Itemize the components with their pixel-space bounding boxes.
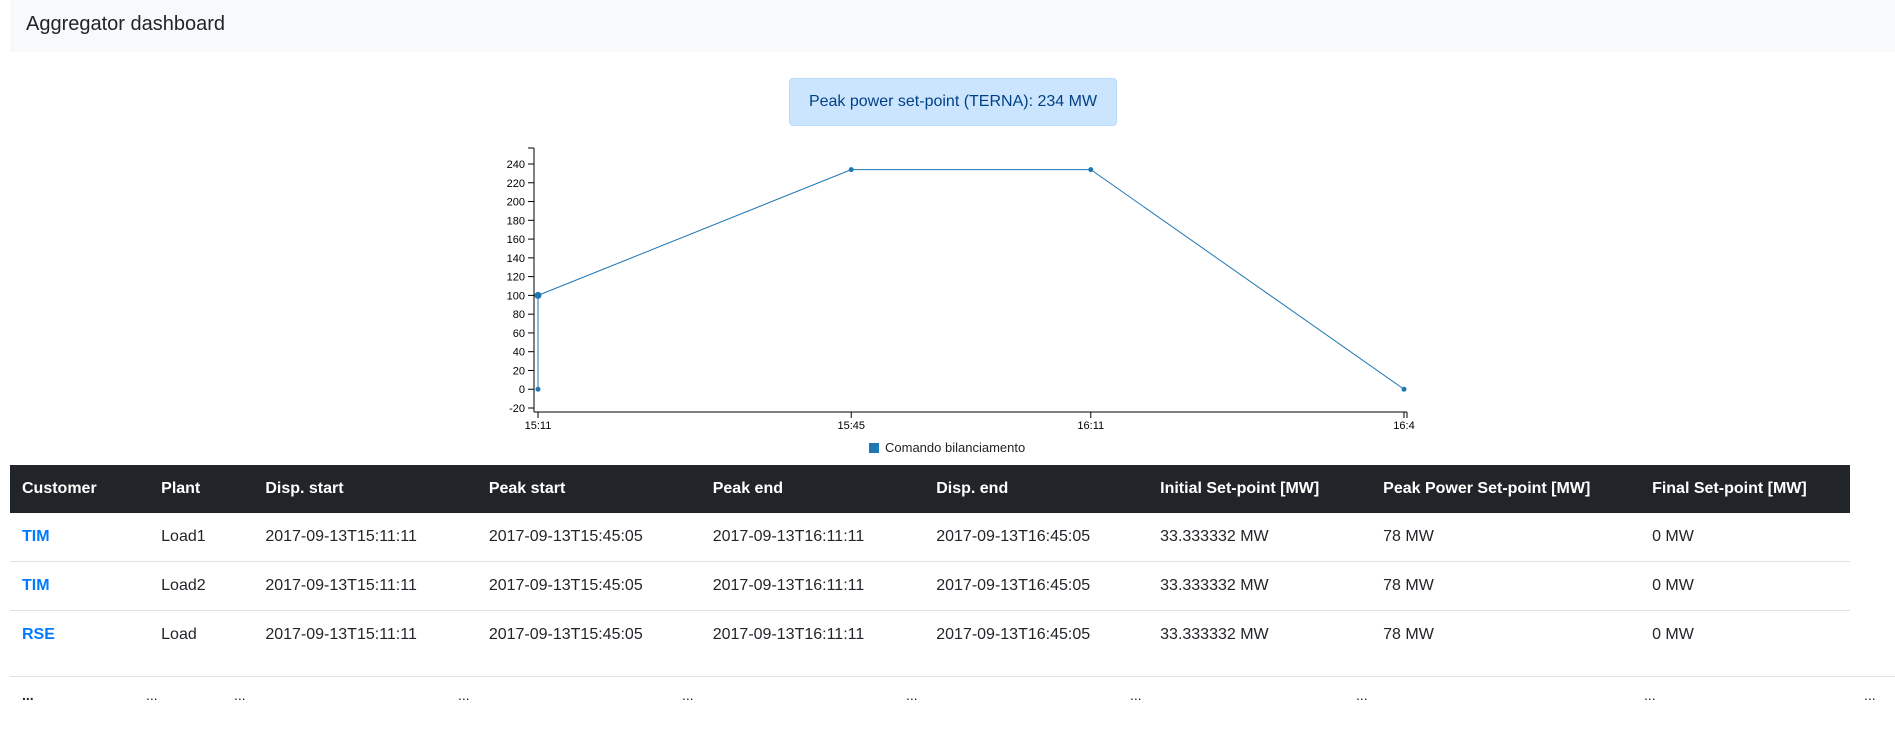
peak-setpoint-alert: Peak power set-point (TERNA): 234 MW bbox=[789, 78, 1117, 126]
column-header: Disp. end bbox=[924, 465, 1149, 513]
x-axis: 15:11 15:45 16:11 16:4 bbox=[525, 411, 1415, 432]
y-tick-label: 220 bbox=[507, 178, 525, 190]
ellipsis-cell: ... bbox=[1356, 687, 1368, 703]
y-tick-label: 20 bbox=[513, 365, 525, 377]
legend-swatch bbox=[869, 442, 879, 453]
y-tick-label: 100 bbox=[507, 290, 525, 302]
table-cell: 2017-09-13T15:11:11 bbox=[253, 610, 477, 659]
table-row: TIM Load1 2017-09-13T15:11:11 2017-09-13T15… bbox=[10, 513, 1850, 562]
column-header: Initial Set-point [MW] bbox=[1148, 465, 1372, 513]
column-header: Peak Power Set-point [MW] bbox=[1371, 465, 1641, 513]
table-cell: 78 MW bbox=[1383, 528, 1434, 545]
table-cell: Load bbox=[149, 610, 254, 659]
ellipsis-cell: ... bbox=[682, 687, 694, 703]
table-cell: 2017-09-13T16:11:11 bbox=[700, 561, 925, 611]
ellipsis-cell: ... bbox=[1864, 687, 1876, 703]
column-header: Peak end bbox=[700, 465, 925, 513]
dispatch-table: Customer Plant Disp. start Peak start Peak e… bbox=[10, 465, 1850, 659]
table-cell: 2017-09-13T16:45:05 bbox=[936, 528, 1091, 545]
column-header: Final Set-point [MW] bbox=[1640, 465, 1850, 513]
y-tick-label: 80 bbox=[513, 309, 525, 321]
data-point bbox=[1401, 386, 1407, 392]
chart-legend: Comando bilanciamento bbox=[869, 440, 1025, 455]
data-point bbox=[535, 386, 541, 392]
table-cell: 2017-09-13T15:45:05 bbox=[488, 528, 643, 545]
x-tick-label: 16:4 bbox=[1393, 420, 1414, 432]
y-tick-label: 200 bbox=[507, 197, 525, 209]
page-title[interactable]: Aggregator dashboard bbox=[26, 13, 225, 36]
column-header: Plant bbox=[149, 465, 254, 513]
navbar: Aggregator dashboard bbox=[10, 0, 1895, 52]
balancing-chart: -20 0 20 40 60 80 100 120 140 160 180 200 220 240 15:… bbox=[507, 147, 1415, 432]
ellipsis-cell: ... bbox=[234, 687, 246, 703]
customer-link[interactable]: RSE bbox=[22, 626, 55, 643]
data-point bbox=[848, 167, 854, 173]
table-row: TIM Load2 2017-09-13T15:11:11 2017-09-13T15… bbox=[10, 561, 1850, 611]
table-cell: 2017-09-13T16:11:11 bbox=[712, 528, 865, 545]
data-point bbox=[534, 291, 542, 299]
legend-label: Comando bilanciamento bbox=[885, 440, 1026, 455]
customer-cell: TIM bbox=[10, 513, 149, 562]
table-row: RSE Load 2017-09-13T15:11:11 2017-09-13T15:… bbox=[10, 610, 1850, 659]
table-cell: 0 MW bbox=[1640, 561, 1850, 611]
table-cell: 2017-09-13T15:45:05 bbox=[476, 561, 701, 611]
y-tick-label: 240 bbox=[507, 159, 525, 171]
y-tick-label: 140 bbox=[507, 253, 525, 265]
table-cell: Load1 bbox=[161, 528, 206, 545]
column-header: Peak start bbox=[476, 465, 701, 513]
table-cell: 0 MW bbox=[1652, 528, 1694, 545]
y-tick-label: -20 bbox=[509, 403, 525, 415]
ellipsis-cell: ... bbox=[22, 687, 34, 703]
customer-link[interactable]: TIM bbox=[22, 528, 50, 545]
data-point bbox=[1088, 167, 1094, 173]
column-header: Disp. start bbox=[253, 465, 477, 513]
table-cell: 2017-09-13T15:11:11 bbox=[265, 528, 417, 545]
table-body: TIM Load1 2017-09-13T15:11:11 2017-09-13T15… bbox=[10, 513, 1850, 659]
ellipsis-cell: ... bbox=[1644, 687, 1656, 703]
ellipsis-cell: ... bbox=[458, 687, 470, 703]
y-axis: -20 0 20 40 60 80 100 120 140 160 180 200 220 240 bbox=[507, 147, 535, 415]
customer-cell: TIM bbox=[10, 561, 150, 611]
table-cell: 2017-09-13T15:45:05 bbox=[476, 610, 701, 659]
y-tick-label: 160 bbox=[507, 234, 525, 246]
series-comando-bilanciamento bbox=[534, 167, 1407, 392]
ellipsis-cell: ... bbox=[1130, 687, 1142, 703]
y-tick-label: 60 bbox=[513, 328, 525, 340]
customer-link[interactable]: TIM bbox=[22, 577, 50, 594]
x-tick-label: 15:45 bbox=[837, 420, 865, 432]
table-cell: 2017-09-13T16:45:05 bbox=[924, 610, 1149, 659]
ellipsis-cell: ... bbox=[146, 687, 158, 703]
column-header: Customer bbox=[10, 465, 150, 513]
series-line bbox=[537, 169, 1405, 390]
table-cell: Load2 bbox=[149, 561, 254, 611]
table-cell: 2017-09-13T16:11:11 bbox=[700, 610, 925, 659]
table-cell: 78 MW bbox=[1371, 610, 1641, 659]
table-cell: 0 MW bbox=[1640, 610, 1850, 659]
x-tick-label: 16:11 bbox=[1077, 420, 1104, 432]
table-header-row: Customer Plant Disp. start Peak start Peak e… bbox=[10, 465, 1850, 513]
y-tick-label: 180 bbox=[507, 215, 525, 227]
y-tick-label: 120 bbox=[507, 272, 525, 284]
table-cell: 33.333332 MW bbox=[1148, 610, 1372, 659]
table-ellipsis-row: .............................. bbox=[10, 676, 1895, 707]
x-tick-label: 15:11 bbox=[525, 420, 552, 432]
y-tick-label: 40 bbox=[513, 347, 525, 359]
y-tick-label: 0 bbox=[519, 384, 525, 396]
table-cell: 2017-09-13T15:11:11 bbox=[253, 561, 477, 611]
ellipsis-cell: ... bbox=[906, 687, 918, 703]
table-cell: 78 MW bbox=[1371, 561, 1641, 611]
customer-cell: RSE bbox=[10, 610, 150, 659]
table-cell: 33.333332 MW bbox=[1160, 528, 1269, 545]
table-cell: 33.333332 MW bbox=[1148, 561, 1372, 611]
table-cell: 2017-09-13T16:45:05 bbox=[924, 561, 1149, 611]
